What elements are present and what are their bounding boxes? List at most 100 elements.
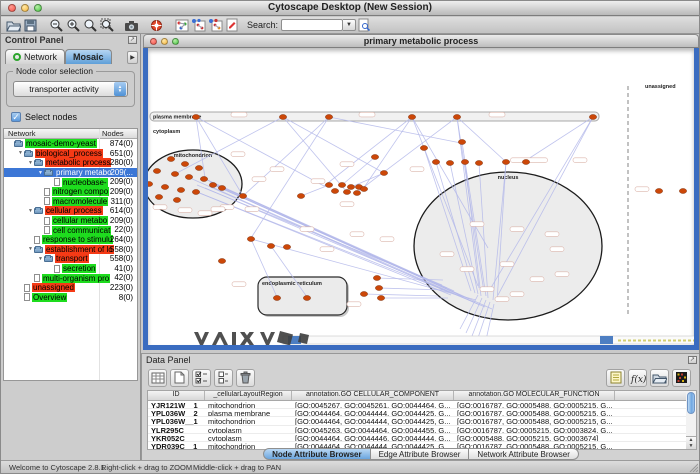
table-cell[interactable]: YJR121W__1 [148,401,205,408]
table-column-header[interactable] [615,391,690,400]
tree-row[interactable]: nucleobase-209(0) [4,177,137,187]
network-node[interactable] [209,183,216,188]
network-node[interactable] [148,182,153,187]
table-row[interactable]: YPL036W__1mitochondrion[GO:0044464, GO:0… [148,417,696,425]
network-edge[interactable] [525,117,593,161]
zoom-fit-icon[interactable] [81,18,98,33]
table-row[interactable]: YPL036W__2plasma membrane[GO:0044464, GO… [148,409,696,417]
tab-edge-attribute-browser[interactable]: Edge Attribute Browser [371,448,470,460]
network-node[interactable] [218,259,225,264]
tree-row[interactable]: ▼biological_process651(0) [4,149,137,159]
network-node[interactable] [502,160,509,165]
table-cell[interactable]: [GO:0005488, GO:0005215, GO:0003674] [454,434,615,441]
network-node[interactable] [283,245,290,250]
zoom-out-icon[interactable] [47,18,64,33]
table-cell[interactable]: [GO:0045267, GO:0045261, GO:0044464, G..… [292,401,454,408]
attribute-checklist-icon[interactable] [192,369,211,387]
resize-grip[interactable] [688,462,698,472]
tree-row[interactable]: cellular metabo209(0) [4,216,137,226]
network-edge[interactable] [351,173,384,187]
window-titlebar[interactable]: Cytoscape Desktop (New Session) [1,1,699,16]
expand-arrow-icon[interactable]: ▼ [27,246,34,252]
tab-network-attribute-browser[interactable]: Network Attribute Browser [469,448,578,460]
table-cell[interactable]: YLR295C [148,426,205,433]
network-node[interactable] [177,188,184,193]
tab-node-attribute-browser[interactable]: Node Attribute Browser [263,448,371,460]
search-input[interactable] [281,19,343,31]
network-edge[interactable] [364,294,438,296]
save-icon[interactable] [22,18,39,33]
tree-row[interactable]: nitrogen compo209(0) [4,187,137,197]
network-node[interactable] [408,115,415,120]
network-node[interactable] [432,160,439,165]
data-panel-float-icon[interactable]: ↗ [688,356,697,364]
tab-overflow-button[interactable]: ▶ [127,51,138,64]
table-column-header[interactable]: ID [148,391,205,400]
tree-row[interactable]: response to stimulu264(0) [4,235,137,245]
network-node[interactable] [343,190,350,195]
tree-row[interactable]: macromolecule311(0) [4,197,137,207]
network-node[interactable] [239,194,246,199]
function-builder-icon[interactable]: f(x) [628,369,647,387]
network-node[interactable] [325,183,332,188]
tree-row[interactable]: cell communicat22(0) [4,225,137,235]
network-node[interactable] [331,189,338,194]
delete-attribute-icon[interactable] [236,369,255,387]
table-cell[interactable]: [GO:0016787, GO:0005488, GO:0005215, G..… [454,417,615,424]
table-cell[interactable]: [GO:0044464, GO:0044444, GO:0044425, G..… [292,409,454,416]
float-panel-icon[interactable]: ↗ [128,36,137,44]
network-node[interactable] [171,172,178,177]
node-color-combobox[interactable]: transporter activity ▲▼ [13,81,128,97]
tree-row[interactable]: unassigned223(0) [4,283,137,293]
tree-row[interactable]: mosaic-demo-yeast874(0) [4,139,137,149]
network-node[interactable] [218,186,225,191]
network-node[interactable] [325,115,332,120]
open-file-icon[interactable] [5,18,22,33]
select-nodes-checkbox[interactable]: ✓ [11,112,21,122]
tree-row[interactable]: ▼metabolic process280(0) [4,158,137,168]
network-node[interactable] [161,185,168,190]
network-node[interactable] [273,296,280,301]
select-attributes-icon[interactable] [148,369,167,387]
table-cell[interactable]: [GO:0044464, GO:0044446, GO:0044444, G..… [292,434,454,441]
table-cell[interactable]: YPL036W__2 [148,409,205,416]
tree-col-nodes[interactable]: Nodes [102,129,124,138]
table-cell[interactable]: plasma membrane [205,409,292,416]
tree-row[interactable]: Overview8(0) [4,293,137,303]
destroy-view-icon[interactable] [207,18,224,33]
table-cell[interactable]: [GO:0045263, GO:0044464, GO:0044455, G..… [292,426,454,433]
create-view-icon[interactable] [190,18,207,33]
network-node[interactable] [347,185,354,190]
table-cell[interactable]: YPL036W__1 [148,417,205,424]
expand-arrow-icon[interactable]: ▼ [27,160,34,166]
network-node[interactable] [192,190,199,195]
table-row[interactable]: YJR121W__1mitochondrion[GO:0045267, GO:0… [148,401,696,409]
select-nodes-row[interactable]: ✓ Select nodes [11,112,77,122]
network-node[interactable] [338,183,345,188]
table-cell[interactable]: cytoplasm [205,434,292,441]
network-frame-titlebar[interactable]: primary metabolic process [143,34,699,48]
zoom-in-icon[interactable] [64,18,81,33]
table-cell[interactable]: cytoplasm [205,426,292,433]
table-cell[interactable]: mitochondrion [205,417,292,424]
network-node[interactable] [655,189,662,194]
tab-network[interactable]: Network [5,49,65,64]
network-node[interactable] [303,296,310,301]
search-dropdown-button[interactable]: ▼ [343,19,356,31]
network-node[interactable] [192,115,199,120]
network-node[interactable] [380,171,387,176]
table-column-header[interactable]: _cellularLayoutRegion [205,391,292,400]
attribute-list-icon[interactable] [214,369,233,387]
network-node[interactable] [195,166,202,171]
tree-row[interactable]: ▼transport558(0) [4,254,137,264]
import-attributes-icon[interactable] [650,369,669,387]
network-node[interactable] [371,155,378,160]
table-cell[interactable]: [GO:0016787, GO:0005215, GO:0003824, G..… [454,426,615,433]
network-node[interactable] [589,115,596,120]
configure-search-icon[interactable] [356,18,373,33]
expand-arrow-icon[interactable]: ▼ [37,170,44,176]
network-node[interactable] [153,169,160,174]
network-node[interactable] [267,244,274,249]
table-row[interactable]: YKR052Ccytoplasm[GO:0044464, GO:0044446,… [148,434,696,442]
network-node[interactable] [377,296,384,301]
